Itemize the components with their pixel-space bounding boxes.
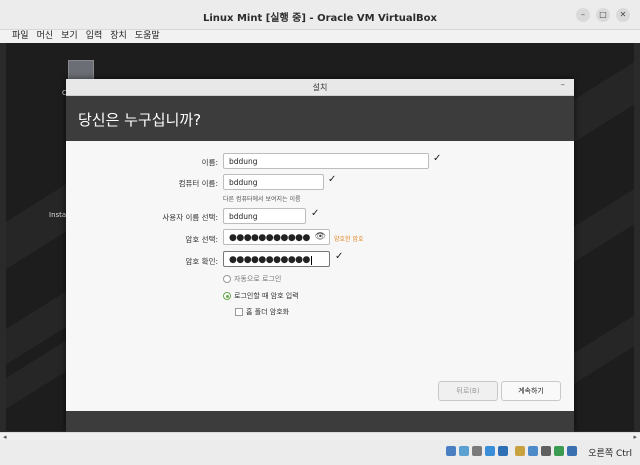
- computer-name-hint: 다른 컴퓨터에서 보여지는 이름: [223, 196, 301, 203]
- computer-name-label: 컴퓨터 이름:: [178, 179, 218, 188]
- computer-name-check-icon: ✓: [328, 174, 337, 185]
- installer-dialog: 설치 – 당신은 누구십니까? 이름: bddung ✓ 컴퓨터 이름: bdd…: [66, 79, 574, 433]
- mouse-integration-icon[interactable]: [567, 446, 577, 456]
- computer-name-field[interactable]: bddung: [223, 174, 324, 190]
- confirm-password-dots: ●●●●●●●●●●●: [229, 255, 310, 265]
- menu-bar: 파일 머신 보기 입력 장치 도움말: [0, 30, 640, 43]
- password-label: 암호 선택:: [185, 235, 218, 244]
- cpu-icon[interactable]: [554, 446, 564, 456]
- hdd-icon[interactable]: [446, 446, 456, 456]
- name-label: 이름:: [201, 158, 218, 167]
- encrypt-home-checkbox[interactable]: [235, 308, 243, 316]
- recording-icon[interactable]: [541, 446, 551, 456]
- username-label: 사용자 이름 선택:: [162, 213, 218, 222]
- confirm-password-label: 암호 확인:: [185, 257, 218, 266]
- window-titlebar: Linux Mint [실행 중] - Oracle VM VirtualBox…: [0, 0, 640, 30]
- dialog-header: 당신은 누구십니까?: [66, 96, 574, 141]
- name-check-icon: ✓: [433, 153, 442, 164]
- dialog-minimize-button[interactable]: –: [561, 80, 566, 90]
- confirm-password-field[interactable]: ●●●●●●●●●●●: [223, 251, 330, 267]
- password-strength: 양호한 암호: [334, 236, 364, 243]
- audio-icon[interactable]: [472, 446, 482, 456]
- back-button[interactable]: 뒤로(B): [438, 381, 498, 401]
- password-field[interactable]: ●●●●●●●●●●● 👁: [223, 229, 330, 245]
- usb-icon[interactable]: [498, 446, 508, 456]
- menu-input[interactable]: 입력: [82, 30, 107, 43]
- optical-icon[interactable]: [459, 446, 469, 456]
- menu-view[interactable]: 보기: [57, 30, 82, 43]
- install-icon-label[interactable]: Insta: [49, 211, 66, 219]
- encrypt-home-label[interactable]: 홈 폴더 암호화: [246, 307, 289, 317]
- maximize-button[interactable]: □: [596, 8, 610, 22]
- menu-file[interactable]: 파일: [0, 30, 33, 43]
- auto-login-radio[interactable]: [223, 275, 231, 283]
- host-key-label: 오른쪽 Ctrl: [588, 449, 632, 459]
- status-bar: 오른쪽 Ctrl: [0, 440, 640, 465]
- horizontal-scrollbar[interactable]: ◂ ▸: [0, 432, 640, 441]
- network-icon[interactable]: [485, 446, 495, 456]
- shared-folder-icon[interactable]: [515, 446, 525, 456]
- page-title: 당신은 누구십니까?: [78, 111, 202, 129]
- password-dots: ●●●●●●●●●●●: [229, 233, 310, 243]
- show-password-icon[interactable]: 👁: [315, 232, 326, 242]
- continue-button[interactable]: 계속하기: [501, 381, 561, 401]
- text-caret: [310, 255, 312, 265]
- require-password-label[interactable]: 로그인할 때 암호 입력: [234, 291, 299, 301]
- window-title: Linux Mint [실행 중] - Oracle VM VirtualBox: [203, 13, 437, 24]
- menu-machine[interactable]: 머신: [33, 30, 58, 43]
- display-icon[interactable]: [528, 446, 538, 456]
- dialog-footer: [66, 411, 574, 433]
- auto-login-label[interactable]: 자동으로 로그인: [234, 274, 281, 284]
- dialog-title: 설치: [312, 83, 328, 92]
- dialog-body: 이름: bddung ✓ 컴퓨터 이름: bddung ✓ 다른 컴퓨터에서 보…: [66, 141, 574, 411]
- minimize-button[interactable]: –: [576, 8, 590, 22]
- require-password-radio[interactable]: [223, 292, 231, 300]
- menu-devices[interactable]: 장치: [106, 30, 131, 43]
- close-button[interactable]: ✕: [616, 8, 630, 22]
- username-check-icon: ✓: [311, 208, 320, 219]
- confirm-password-check-icon: ✓: [335, 251, 344, 262]
- menu-help[interactable]: 도움말: [131, 30, 164, 43]
- dialog-titlebar: 설치 –: [66, 79, 574, 96]
- username-field[interactable]: bddung: [223, 208, 306, 224]
- name-field[interactable]: bddung: [223, 153, 429, 169]
